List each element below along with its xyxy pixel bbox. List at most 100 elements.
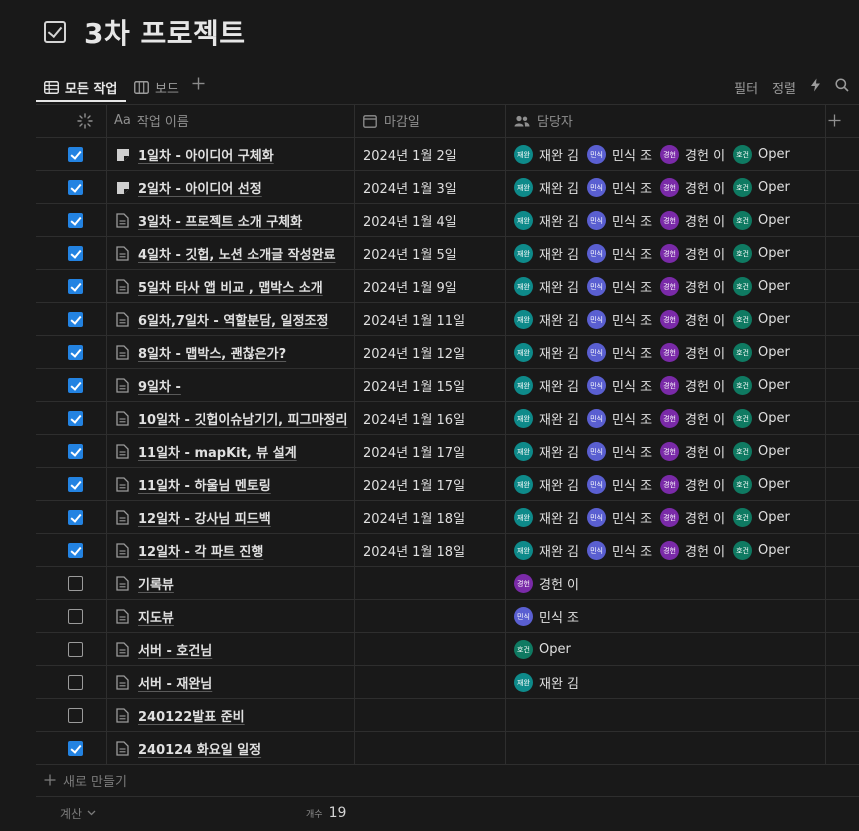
due-date-cell[interactable]: 2024년 1월 18일 [363, 534, 465, 567]
table-row[interactable]: 9일차 - 2024년 1월 15일 재완 재완 김 민식 민식 조 경헌 경헌 이 호건 Ope… [36, 369, 859, 402]
task-name-cell[interactable]: 기록뷰 [116, 567, 174, 600]
due-date-cell[interactable]: 2024년 1월 15일 [363, 369, 465, 402]
assignee-cell[interactable]: 재완 재완 김 민식 민식 조 경헌 경헌 이 호건 Oper [514, 402, 859, 435]
done-checkbox[interactable] [68, 345, 83, 360]
task-name-cell[interactable]: 6일차,7일차 - 역할분담, 일정조정 [116, 303, 328, 336]
done-checkbox[interactable] [68, 147, 83, 162]
task-name-cell[interactable]: 4일차 - 깃헙, 노션 소개글 작성완료 [116, 237, 336, 270]
assignee-cell[interactable]: 재완 재완 김 [514, 666, 859, 699]
done-checkbox[interactable] [68, 510, 83, 525]
sort-button[interactable]: 정렬 [772, 78, 796, 97]
table-row[interactable]: 기록뷰 경헌 경헌 이 [36, 567, 859, 600]
due-date-cell[interactable]: 2024년 1월 2일 [363, 138, 457, 171]
done-checkbox[interactable] [68, 279, 83, 294]
assignee-cell[interactable]: 재완 재완 김 민식 민식 조 경헌 경헌 이 호건 Oper [514, 468, 859, 501]
row-count[interactable]: 개수 19 [306, 804, 346, 822]
table-row[interactable]: 4일차 - 깃헙, 노션 소개글 작성완료 2024년 1월 5일 재완 재완 김 민식… [36, 237, 859, 270]
assignee-cell[interactable] [514, 699, 859, 732]
table-row[interactable]: 1일차 - 아이디어 구체화 2024년 1월 2일 재완 재완 김 민식 민식 조 경헌 경… [36, 138, 859, 171]
done-checkbox[interactable] [68, 741, 83, 756]
header-status[interactable] [76, 104, 94, 137]
task-name-cell[interactable]: 8일차 - 맵박스, 괜찮은가? [116, 336, 286, 369]
due-date-cell[interactable]: 2024년 1월 16일 [363, 402, 465, 435]
filter-button[interactable]: 필터 [734, 78, 758, 97]
done-checkbox[interactable] [68, 708, 83, 723]
table-row[interactable]: 240122발표 준비 [36, 699, 859, 732]
add-view-button[interactable] [192, 75, 205, 95]
due-date-cell[interactable]: 2024년 1월 4일 [363, 204, 457, 237]
header-assignee[interactable]: 담당자 [514, 104, 573, 137]
task-name-cell[interactable]: 지도뷰 [116, 600, 174, 633]
task-name-cell[interactable]: 11일차 - mapKit, 뷰 설계 [116, 435, 297, 468]
assignee-cell[interactable]: 재완 재완 김 민식 민식 조 경헌 경헌 이 호건 Oper [514, 435, 859, 468]
done-checkbox[interactable] [68, 609, 83, 624]
assignee-cell[interactable]: 경헌 경헌 이 [514, 567, 859, 600]
task-name-cell[interactable]: 서버 - 재완님 [116, 666, 212, 699]
assignee-cell[interactable]: 호건 Oper [514, 633, 859, 666]
table-row[interactable]: 12일차 - 각 파트 진행 2024년 1월 18일 재완 재완 김 민식 민식 조 경헌… [36, 534, 859, 567]
assignee-cell[interactable]: 재완 재완 김 민식 민식 조 경헌 경헌 이 호건 Oper [514, 171, 859, 204]
table-row[interactable]: 8일차 - 맵박스, 괜찮은가? 2024년 1월 12일 재완 재완 김 민식 민식 조… [36, 336, 859, 369]
table-row[interactable]: 3일차 - 프로젝트 소개 구체화 2024년 1월 4일 재완 재완 김 민식 민식 조… [36, 204, 859, 237]
page-title[interactable]: 3차 프로젝트 [84, 12, 246, 52]
assignee-cell[interactable]: 재완 재완 김 민식 민식 조 경헌 경헌 이 호건 Oper [514, 237, 859, 270]
assignee-cell[interactable]: 재완 재완 김 민식 민식 조 경헌 경헌 이 호건 Oper [514, 303, 859, 336]
assignee-cell[interactable]: 재완 재완 김 민식 민식 조 경헌 경헌 이 호건 Oper [514, 534, 859, 567]
assignee-cell[interactable]: 민식 민식 조 [514, 600, 859, 633]
task-name-cell[interactable]: 240124 화요일 일정 [116, 732, 261, 765]
done-checkbox[interactable] [68, 378, 83, 393]
assignee-cell[interactable]: 재완 재완 김 민식 민식 조 경헌 경헌 이 호건 Oper [514, 204, 859, 237]
task-name-cell[interactable]: 10일차 - 깃헙이슈남기기, 피그마정리 [116, 402, 347, 435]
checkbox-page-icon[interactable] [44, 21, 66, 43]
done-checkbox[interactable] [68, 477, 83, 492]
done-checkbox[interactable] [68, 411, 83, 426]
task-name-cell[interactable]: 12일차 - 각 파트 진행 [116, 534, 263, 567]
table-row[interactable]: 11일차 - mapKit, 뷰 설계 2024년 1월 17일 재완 재완 김 민식 민… [36, 435, 859, 468]
table-row[interactable]: 5일차 타사 앱 비교 , 맵박스 소개 2024년 1월 9일 재완 재완 김 민식 민… [36, 270, 859, 303]
due-date-cell[interactable]: 2024년 1월 17일 [363, 435, 465, 468]
table-row[interactable]: 240124 화요일 일정 [36, 732, 859, 765]
done-checkbox[interactable] [68, 642, 83, 657]
task-name-cell[interactable]: 11일차 - 하울님 멘토링 [116, 468, 271, 501]
tab-all-tasks[interactable]: 모든 작업 [44, 74, 117, 100]
table-row[interactable]: 서버 - 호건님 호건 Oper [36, 633, 859, 666]
task-name-cell[interactable]: 240122발표 준비 [116, 699, 245, 732]
due-date-cell[interactable]: 2024년 1월 12일 [363, 336, 465, 369]
table-row[interactable]: 서버 - 재완님 재완 재완 김 [36, 666, 859, 699]
due-date-cell[interactable]: 2024년 1월 3일 [363, 171, 457, 204]
automation-button[interactable] [810, 78, 821, 96]
due-date-cell[interactable]: 2024년 1월 18일 [363, 501, 465, 534]
task-name-cell[interactable]: 1일차 - 아이디어 구체화 [116, 138, 274, 171]
done-checkbox[interactable] [68, 576, 83, 591]
due-date-cell[interactable]: 2024년 1월 5일 [363, 237, 457, 270]
done-checkbox[interactable] [68, 180, 83, 195]
task-name-cell[interactable]: 3일차 - 프로젝트 소개 구체화 [116, 204, 302, 237]
task-name-cell[interactable]: 5일차 타사 앱 비교 , 맵박스 소개 [116, 270, 323, 303]
tab-board[interactable]: 보드 [134, 74, 179, 100]
calculate-button[interactable]: 계산 [60, 804, 96, 822]
due-date-cell[interactable]: 2024년 1월 9일 [363, 270, 457, 303]
new-row-button[interactable]: 새로 만들기 [44, 771, 127, 790]
assignee-cell[interactable] [514, 732, 859, 765]
table-row[interactable]: 6일차,7일차 - 역할분담, 일정조정 2024년 1월 11일 재완 재완 김 민식… [36, 303, 859, 336]
done-checkbox[interactable] [68, 675, 83, 690]
table-row[interactable]: 11일차 - 하울님 멘토링 2024년 1월 17일 재완 재완 김 민식 민식 조 경헌… [36, 468, 859, 501]
header-due-date[interactable]: 마감일 [363, 104, 420, 137]
table-row[interactable]: 10일차 - 깃헙이슈남기기, 피그마정리 2024년 1월 16일 재완 재완 김 민… [36, 402, 859, 435]
due-date-cell[interactable]: 2024년 1월 11일 [363, 303, 465, 336]
done-checkbox[interactable] [68, 543, 83, 558]
task-name-cell[interactable]: 9일차 - [116, 369, 181, 402]
table-row[interactable]: 지도뷰 민식 민식 조 [36, 600, 859, 633]
assignee-cell[interactable]: 재완 재완 김 민식 민식 조 경헌 경헌 이 호건 Oper [514, 501, 859, 534]
done-checkbox[interactable] [68, 246, 83, 261]
assignee-cell[interactable]: 재완 재완 김 민식 민식 조 경헌 경헌 이 호건 Oper [514, 138, 859, 171]
header-task-name[interactable]: Aa 작업 이름 [114, 104, 189, 137]
assignee-cell[interactable]: 재완 재완 김 민식 민식 조 경헌 경헌 이 호건 Oper [514, 270, 859, 303]
task-name-cell[interactable]: 서버 - 호건님 [116, 633, 212, 666]
assignee-cell[interactable]: 재완 재완 김 민식 민식 조 경헌 경헌 이 호건 Oper [514, 336, 859, 369]
assignee-cell[interactable]: 재완 재완 김 민식 민식 조 경헌 경헌 이 호건 Oper [514, 369, 859, 402]
done-checkbox[interactable] [68, 312, 83, 327]
due-date-cell[interactable]: 2024년 1월 17일 [363, 468, 465, 501]
task-name-cell[interactable]: 12일차 - 강사님 피드백 [116, 501, 271, 534]
task-name-cell[interactable]: 2일차 - 아이디어 선정 [116, 171, 262, 204]
